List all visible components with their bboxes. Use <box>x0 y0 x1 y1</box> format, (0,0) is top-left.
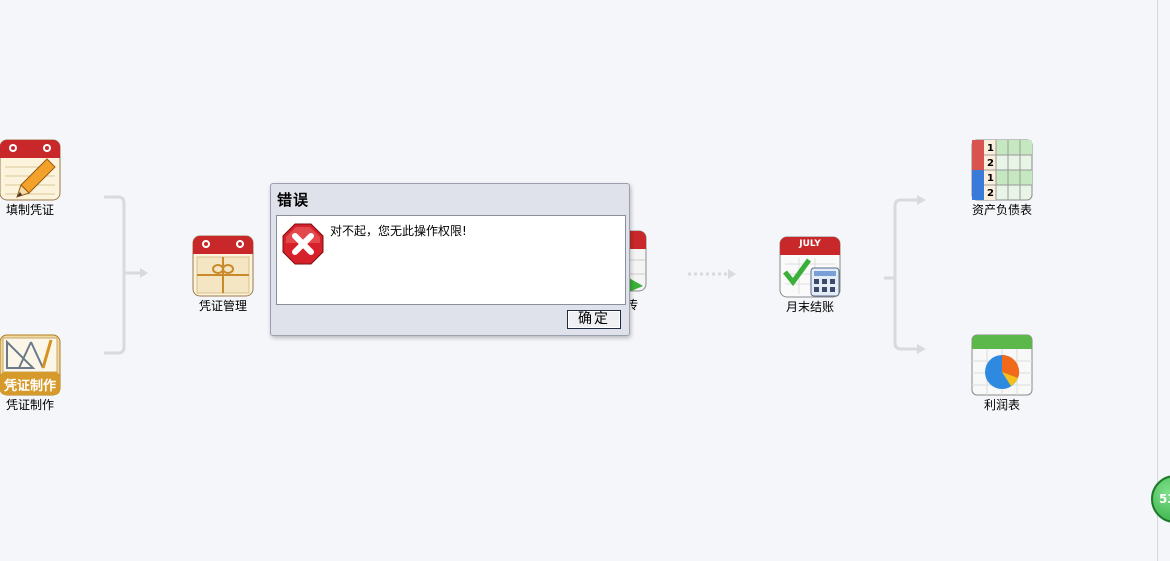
notepad-pencil-icon <box>0 139 61 201</box>
income-statement-node[interactable]: 利润表 <box>957 334 1047 412</box>
dialog-message: 对不起，您无此操作权限! <box>330 224 467 238</box>
income-statement-label: 利润表 <box>983 398 1020 412</box>
make-voucher-label: 凭证制作 <box>5 398 54 412</box>
svg-text:1: 1 <box>987 143 994 154</box>
fill-voucher-node[interactable]: 填制凭证 <box>0 139 75 217</box>
error-icon <box>282 223 324 265</box>
svg-text:2: 2 <box>987 188 994 199</box>
pie-chart-icon <box>971 334 1033 396</box>
spreadsheet-icon: 1 2 1 2 <box>971 139 1033 201</box>
calendar-month-text: JULY <box>799 239 821 249</box>
month-end-close-node[interactable]: JULY 月末结账 <box>765 236 855 314</box>
svg-text:2: 2 <box>987 158 994 169</box>
ok-button[interactable]: 确定 <box>567 310 621 329</box>
make-voucher-node[interactable]: 凭证制作 凭证制作 <box>0 334 75 412</box>
dialog-title: 错误 <box>277 191 310 209</box>
calendar-check-icon: JULY <box>779 236 841 298</box>
balance-sheet-label: 资产负债表 <box>971 203 1032 217</box>
svg-text:1: 1 <box>987 173 994 184</box>
error-dialog: 错误 对不起，您无此操作权限! 确定 <box>270 183 630 336</box>
balance-sheet-node[interactable]: 1 2 1 2 资产负债表 <box>957 139 1047 217</box>
parcel-calendar-icon <box>192 235 254 297</box>
fill-voucher-label: 填制凭证 <box>5 203 54 217</box>
manage-voucher-label: 凭证管理 <box>198 299 247 313</box>
drafting-tools-icon: 凭证制作 <box>0 334 61 396</box>
dialog-message-panel: 对不起，您无此操作权限! <box>276 215 626 305</box>
manage-voucher-node[interactable]: 凭证管理 <box>178 235 268 313</box>
make-voucher-icon-text: 凭证制作 <box>3 379 56 394</box>
month-end-close-label: 月末结账 <box>785 300 834 314</box>
